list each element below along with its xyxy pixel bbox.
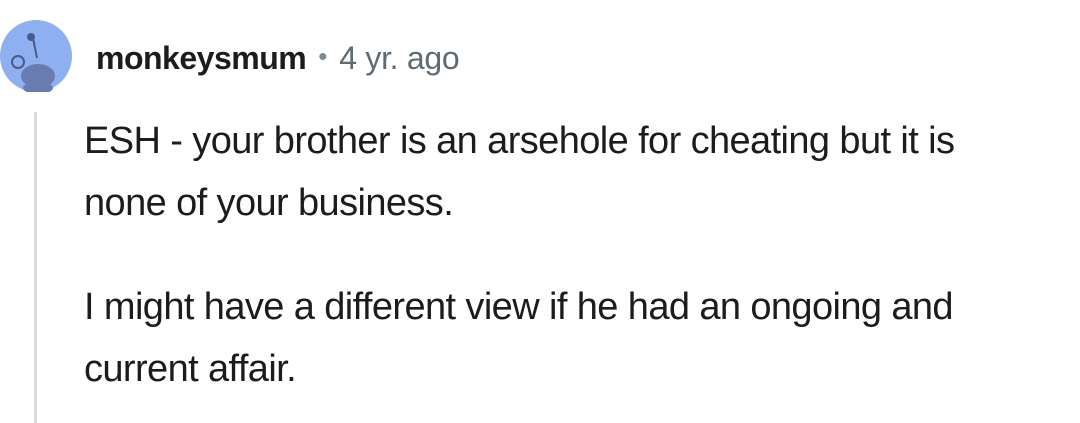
avatar[interactable] [0, 20, 72, 92]
comment-paragraph: ESH - your brother is an arsehole for ch… [84, 120, 955, 224]
comment-body: ESH - your brother is an arsehole for ch… [84, 110, 1044, 400]
reddit-snoo-avatar-icon [0, 20, 72, 92]
comment-paragraph: I might have a different view if he had … [84, 286, 954, 390]
separator-dot: • [318, 40, 328, 71]
thread-collapse-line[interactable] [34, 112, 37, 423]
timestamp[interactable]: 4 yr. ago [339, 40, 459, 77]
comment-header: monkeysmum • 4 yr. ago [96, 36, 460, 80]
username-link[interactable]: monkeysmum [96, 40, 307, 77]
comment: monkeysmum • 4 yr. ago ESH - your brothe… [0, 0, 1080, 423]
